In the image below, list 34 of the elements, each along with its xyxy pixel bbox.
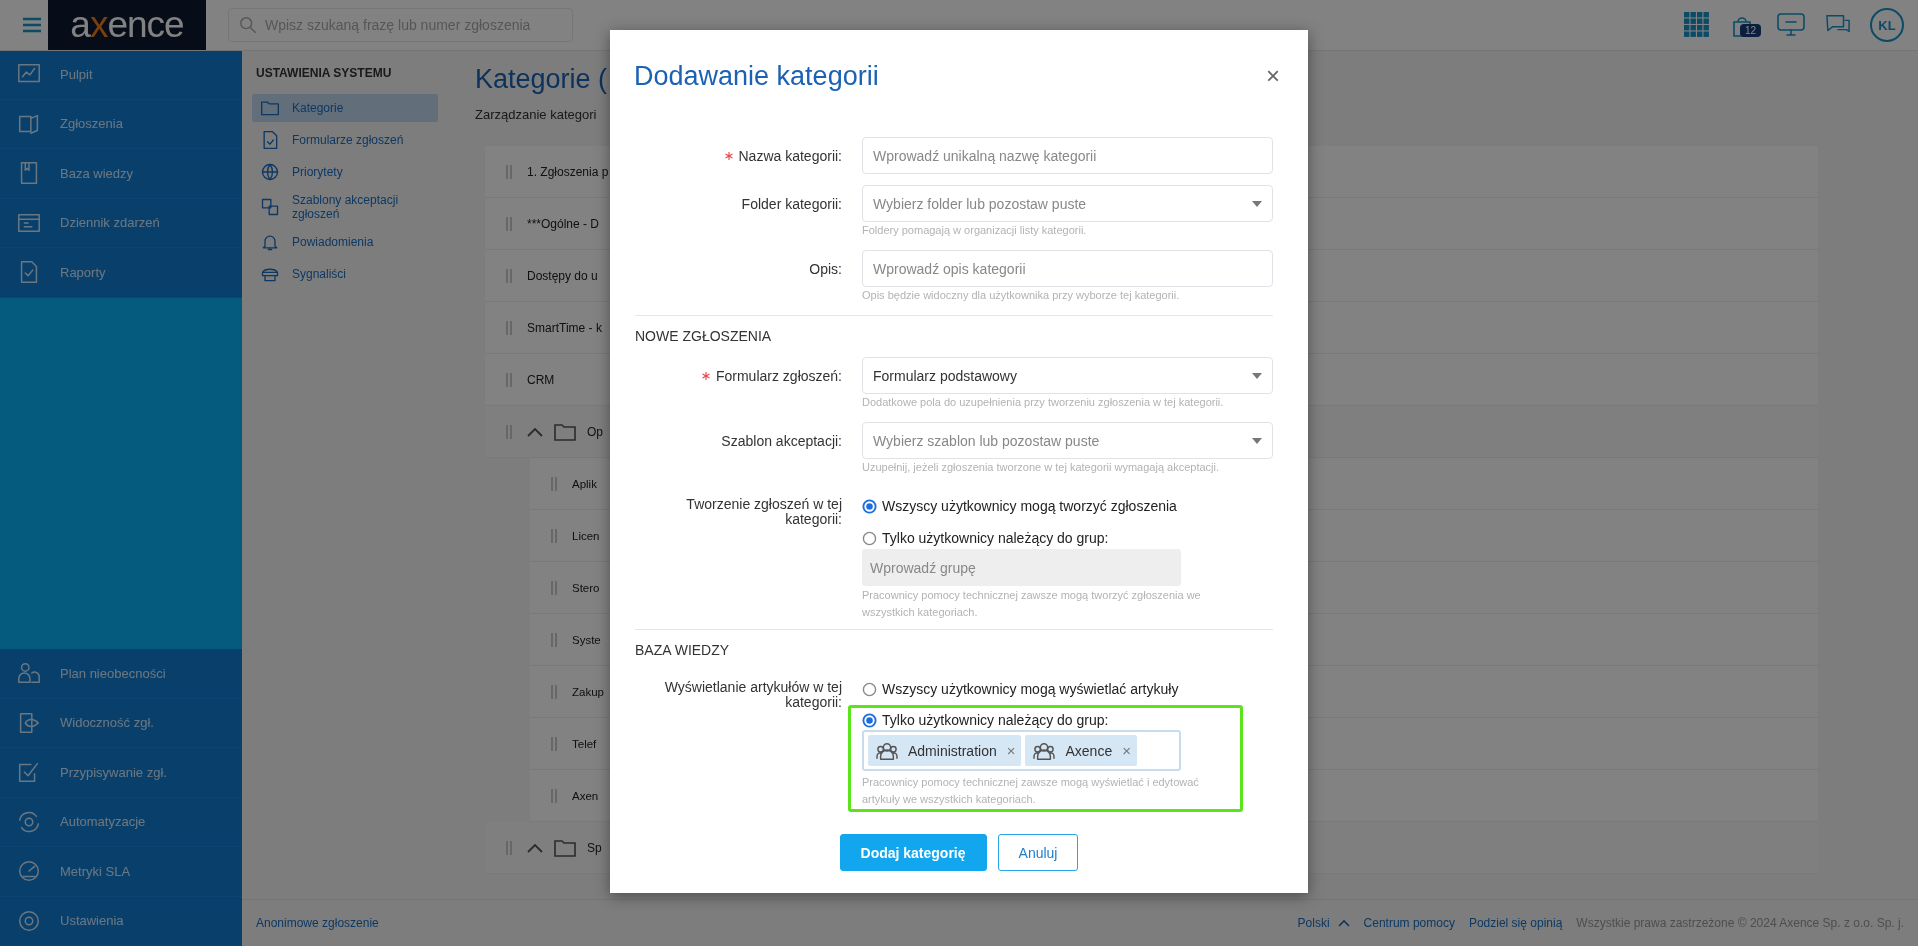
field-hint: Pracownicy pomocy technicznej zawsze mogą wyświetlać i edytować artykuły we wszystkich kategoriach. bbox=[862, 775, 1200, 807]
section-heading: NOWE ZGŁOSZENIA bbox=[635, 327, 773, 345]
dialog-title: Dodawanie kategorii bbox=[634, 60, 879, 92]
category-name: Axen bbox=[572, 789, 599, 802]
field-label: Folder kategorii: bbox=[741, 195, 842, 212]
category-name: Syste bbox=[572, 633, 601, 646]
category-name: Aplik bbox=[572, 477, 597, 490]
field-hint: Pracownicy pomocy technicznej zawsze mogą tworzyć zgłoszenia we wszystkich kategoriach. bbox=[862, 588, 1202, 620]
field-hint: Dodatkowe pola do uzupełnienia przy tworzeniu zgłoszenia w tej kategorii. bbox=[862, 395, 1225, 410]
category-name: SmartTime - k bbox=[527, 320, 602, 335]
field-label: Formularz zgłoszeń: bbox=[715, 367, 842, 384]
category-name: Zakup bbox=[572, 685, 604, 698]
field-label: Wyświetlanie artykułów w tej kategorii: bbox=[663, 680, 842, 710]
field-label: Tworzenie zgłoszeń w tej kategorii: bbox=[685, 497, 842, 527]
section-heading: BAZA WIEDZY bbox=[635, 641, 731, 659]
category-name: Stero bbox=[572, 581, 600, 594]
field-label: Szablon akceptacji: bbox=[721, 432, 842, 449]
notification-badge: 12 bbox=[1740, 24, 1762, 37]
menu-heading: USTAWIENIA SYSTEMU bbox=[256, 66, 393, 80]
category-name: ***Ogólne - D bbox=[527, 216, 600, 231]
page-title: Kategorie ( bbox=[475, 64, 608, 95]
field-hint: Foldery pomagają w organizacji listy kategorii. bbox=[862, 223, 1088, 238]
page-subtitle: Zarządzanie kategori bbox=[475, 107, 598, 122]
field-label: Opis: bbox=[809, 260, 842, 277]
category-name: CRM bbox=[527, 372, 555, 387]
field-label: Nazwa kategorii: bbox=[738, 147, 842, 164]
field-hint: Uzupełnij, jeżeli zgłoszenia tworzone w tej kategorii wymagają akceptacji. bbox=[862, 460, 1221, 475]
field-hint: Opis będzie widoczny dla użytkownika przy wyborze tej kategorii. bbox=[862, 288, 1181, 303]
category-name: Telef bbox=[572, 737, 597, 750]
category-name: Dostępy do u bbox=[527, 268, 598, 283]
category-name: Licen bbox=[572, 529, 600, 542]
category-name: 1. Zgłoszenia p bbox=[527, 164, 609, 179]
category-name: Sp bbox=[587, 840, 602, 855]
category-name: Op bbox=[587, 424, 603, 439]
